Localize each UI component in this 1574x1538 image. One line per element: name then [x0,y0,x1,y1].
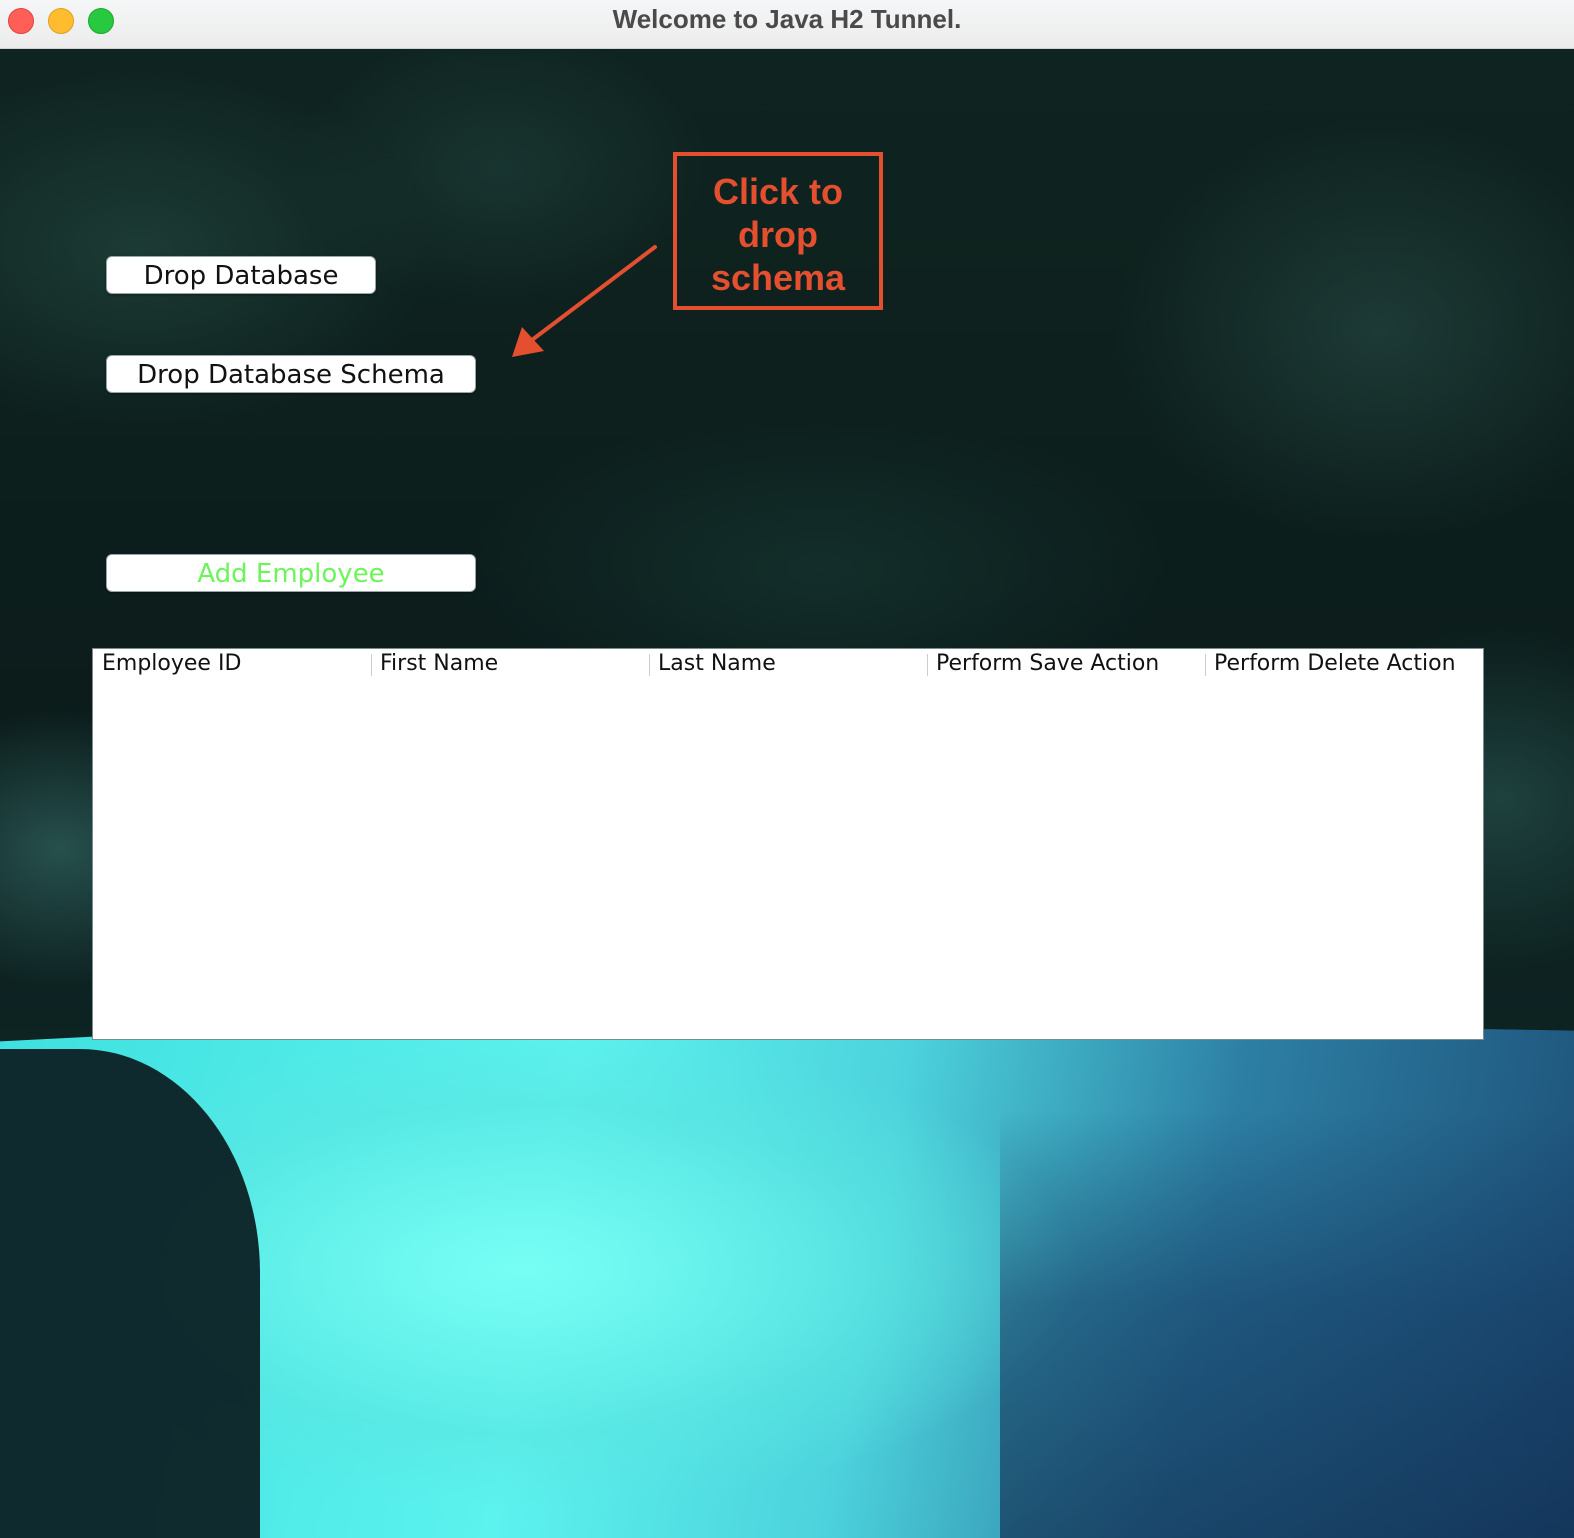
column-header-last-name[interactable]: Last Name [649,649,927,681]
arrow-down-left-icon [512,245,657,357]
column-header-employee-id[interactable]: Employee ID [93,649,371,681]
annotation-line-1: Click to [712,171,844,212]
column-header-save-action[interactable]: Perform Save Action [927,649,1205,681]
title-bar[interactable]: Welcome to Java H2 Tunnel. [0,0,1574,49]
window-title: Welcome to Java H2 Tunnel. [612,4,962,34]
table-header: Employee ID First Name Last Name Perform… [93,649,1483,681]
employee-table[interactable]: Employee ID First Name Last Name Perform… [92,648,1484,1040]
annotation-line-3: schema [710,257,846,298]
app-window: Welcome to Java H2 Tunnel. Drop Database… [0,0,1574,1538]
content-area: Drop Database Drop Database Schema Add E… [0,49,1574,1538]
column-header-first-name[interactable]: First Name [371,649,649,681]
annotation-callout: Click to drop schema [673,152,883,310]
table-body[interactable] [93,681,1483,1039]
column-header-delete-action[interactable]: Perform Delete Action [1205,649,1483,681]
drop-database-schema-button[interactable]: Drop Database Schema [106,355,476,393]
background-water-shade [1000,1109,1574,1538]
add-employee-button[interactable]: Add Employee [106,554,476,592]
drop-database-button[interactable]: Drop Database [106,256,376,294]
annotation-line-2: drop [738,214,818,255]
